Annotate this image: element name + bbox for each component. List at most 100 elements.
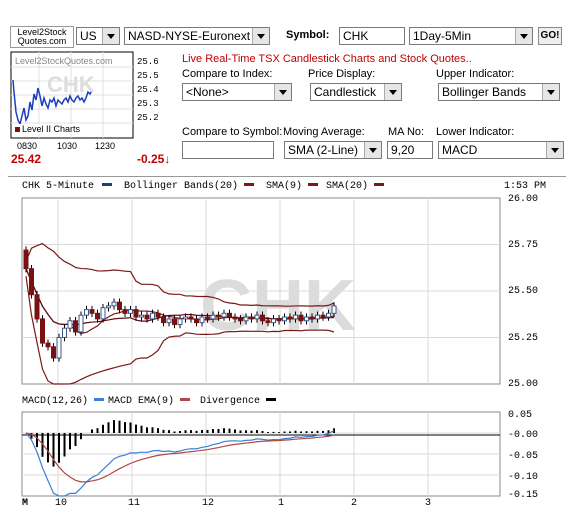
legend-macd: MACD(12,26) [22, 396, 110, 407]
thumb-xlabel: 0830 [17, 141, 38, 151]
compare-index-select[interactable]: <None> [182, 83, 292, 101]
candle-body [309, 316, 315, 320]
macd-tick: -0.10 [508, 472, 539, 483]
thumb-y-label: 25.4 [137, 85, 159, 95]
thumb-y-label: 25.2 [137, 113, 159, 123]
candle-body [205, 316, 210, 320]
upper-indicator-value: Bollinger Bands [442, 85, 527, 99]
candle-body [265, 320, 271, 324]
go-button[interactable]: GO! [538, 27, 562, 45]
candle-body [34, 294, 40, 320]
candle-body [166, 318, 172, 324]
legend-swatch [308, 182, 319, 186]
candle-body [78, 314, 84, 333]
price-tick: 25.25 [508, 333, 539, 344]
lower-indicator-select[interactable]: MACD [438, 141, 564, 159]
x-label: 10 [55, 498, 68, 509]
candle-body [62, 327, 67, 338]
candle-body [73, 320, 78, 333]
moving-average-label: Moving Average: [283, 126, 365, 138]
candle-body [243, 316, 249, 322]
candle-body [216, 314, 221, 318]
candle-body [111, 301, 117, 307]
candle-body [331, 305, 337, 314]
candle-body [254, 314, 260, 320]
candle-body [150, 312, 155, 320]
candle-body [117, 301, 122, 311]
candle-body [84, 309, 89, 316]
thumb-y-labels: 25.6 25.5 25.4 25.3 25.2 [137, 55, 159, 125]
candle-body [139, 314, 144, 318]
price-display-value: Candlestick [314, 85, 377, 99]
thumb-y-label: 25.6 [137, 57, 159, 67]
price-tick: 26.00 [508, 194, 539, 205]
lower-indicator-label: Lower Indicator: [436, 126, 515, 138]
legend-macd-ema-text: MACD EMA(9) [108, 396, 175, 407]
symbol-label: Symbol: [286, 29, 330, 41]
price-chart[interactable]: CHK [0, 190, 566, 390]
candle-body [177, 318, 183, 325]
candle-body [45, 342, 51, 348]
x-label: 2 [351, 498, 358, 509]
country-select[interactable]: US [76, 27, 120, 45]
candle-body [210, 314, 216, 320]
upper-indicator-select[interactable]: Bollinger Bands [438, 83, 560, 101]
candle-body [276, 318, 282, 322]
exchange-value: NASD-NYSE-Euronext [128, 29, 251, 43]
candle-body [320, 314, 326, 318]
thumb-xlabel: 1230 [95, 141, 116, 151]
legend-square-icon [15, 127, 20, 132]
candle-body [271, 318, 276, 324]
thumb-legend: Level II Charts [15, 124, 81, 134]
upper-indicator-label: Upper Indicator: [436, 68, 515, 80]
chevron-down-icon [102, 28, 119, 44]
candle-body [287, 316, 293, 320]
legend-swatch [94, 397, 105, 401]
macd-tick: 0.05 [508, 410, 533, 421]
candle-body [188, 316, 194, 320]
compare-symbol-label: Compare to Symbol: [182, 126, 283, 138]
site-logo[interactable]: Level2Stock Quotes.com [10, 26, 74, 48]
macd-chart[interactable] [0, 408, 566, 498]
compare-symbol-input[interactable] [182, 141, 274, 159]
x-label: 3 [425, 498, 432, 509]
candle-body [23, 249, 29, 270]
ma-no-input[interactable]: 9,20 [387, 141, 433, 159]
price-tick: 25.50 [508, 286, 539, 297]
candle-body [29, 268, 34, 296]
legend-swatch [244, 182, 255, 186]
thumb-change-value: -0.25 [137, 152, 165, 166]
candle-body [161, 316, 166, 324]
period-select[interactable]: 1Day-5Min [409, 27, 533, 45]
moving-average-select[interactable]: SMA (2-Line) [284, 141, 382, 159]
macd-tick: -0.05 [508, 451, 539, 462]
candle-body [122, 309, 128, 314]
compare-index-value: <None> [186, 85, 229, 99]
thumb-legend-text: Level II Charts [22, 124, 81, 134]
country-value: US [80, 29, 97, 43]
candle-body [100, 307, 106, 320]
legend-divergence: Divergence [200, 396, 282, 407]
candle-body [249, 316, 254, 320]
moving-average-value: SMA (2-Line) [288, 143, 359, 157]
chevron-down-icon [274, 84, 291, 100]
candle-body [282, 316, 287, 322]
candle-body [106, 305, 111, 309]
candle-body [326, 312, 331, 318]
compare-index-label: Compare to Index: [182, 68, 273, 80]
down-arrow-icon: ↓ [164, 152, 171, 166]
period-value: 1Day-5Min [413, 29, 472, 43]
legend-swatch [180, 397, 191, 401]
candle-body [238, 318, 243, 322]
chevron-down-icon [384, 84, 401, 100]
exchange-select[interactable]: NASD-NYSE-Euronext [124, 27, 270, 45]
price-display-select[interactable]: Candlestick [310, 83, 402, 101]
legend-swatch [266, 397, 277, 401]
thumb-change: -0.25↓ [137, 152, 170, 166]
candle-body [155, 312, 161, 318]
candle-body [260, 314, 265, 322]
symbol-input[interactable]: CHK [339, 27, 405, 45]
thumb-symbol-watermark: CHK [47, 72, 95, 97]
chevron-down-icon [515, 28, 532, 44]
thumbnail-chart[interactable]: Level2StockQuotes.com CHK 25.6 25.5 25.4… [9, 50, 176, 168]
